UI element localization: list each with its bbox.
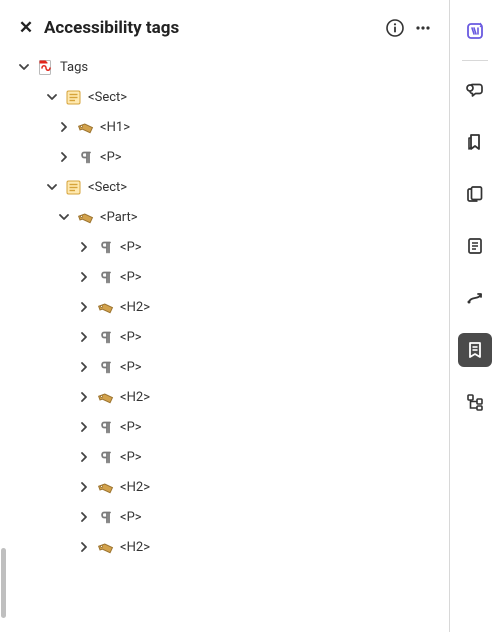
tags-icon xyxy=(465,340,485,360)
tag-icon xyxy=(96,298,114,316)
tree-node[interactable]: <P> xyxy=(8,322,441,352)
scrollbar[interactable] xyxy=(1,548,6,618)
paragraph-icon xyxy=(96,448,114,466)
chevron-right-icon[interactable] xyxy=(76,449,92,465)
tree-node[interactable]: <P> xyxy=(8,352,441,382)
tree-node-label: <H1> xyxy=(98,120,130,135)
tree-node[interactable]: <P> xyxy=(8,442,441,472)
chevron-right-icon[interactable] xyxy=(76,329,92,345)
tree-node-label: <P> xyxy=(98,150,122,165)
chevron-down-icon[interactable] xyxy=(56,209,72,225)
chevron-right-icon[interactable] xyxy=(76,539,92,555)
chevron-down-icon[interactable] xyxy=(44,179,60,195)
more-icon xyxy=(413,18,433,38)
tree-node-label: <Part> xyxy=(98,210,138,225)
tree-node-label: <P> xyxy=(118,270,142,285)
info-button[interactable] xyxy=(381,14,409,42)
paragraph-icon xyxy=(96,358,114,376)
more-options-button[interactable] xyxy=(409,14,437,42)
rail-tags-button[interactable] xyxy=(458,333,492,367)
tree-node-label: <P> xyxy=(118,240,142,255)
paragraph-icon xyxy=(96,238,114,256)
tree-node-label: <H2> xyxy=(118,300,150,315)
tag-icon xyxy=(76,118,94,136)
tree-node[interactable]: <Sect> xyxy=(8,172,441,202)
rail-bookmarks-button[interactable] xyxy=(458,125,492,159)
paragraph-icon xyxy=(96,418,114,436)
order-icon xyxy=(465,288,485,308)
tree-node[interactable]: <H1> xyxy=(8,112,441,142)
panel-header: ✕ Accessibility tags xyxy=(0,8,449,52)
chevron-right-icon[interactable] xyxy=(76,299,92,315)
accessibility-tags-panel: ✕ Accessibility tags xyxy=(0,0,449,632)
tree-node[interactable]: <Part> xyxy=(8,202,441,232)
tree-node-label: Tags xyxy=(58,60,88,75)
chevron-right-icon[interactable] xyxy=(76,359,92,375)
chevron-down-icon[interactable] xyxy=(44,89,60,105)
tree-node-label: <P> xyxy=(118,330,142,345)
chevron-right-icon[interactable] xyxy=(76,479,92,495)
structure-icon xyxy=(465,392,485,412)
chevron-right-icon[interactable] xyxy=(56,119,72,135)
tree-node[interactable]: <Sect> xyxy=(8,82,441,112)
paragraph-icon xyxy=(96,328,114,346)
ai-assistant-icon xyxy=(465,21,485,41)
pdf-icon xyxy=(36,58,54,76)
tag-icon xyxy=(76,208,94,226)
tree-node[interactable]: <H2> xyxy=(8,382,441,412)
tree-node-label: <P> xyxy=(118,510,142,525)
paragraph-icon xyxy=(76,148,94,166)
tag-icon xyxy=(96,478,114,496)
tree-node-label: <P> xyxy=(118,360,142,375)
comments-icon xyxy=(465,80,485,100)
bookmarks-icon xyxy=(465,132,485,152)
content-icon xyxy=(465,236,485,256)
rail-order-button[interactable] xyxy=(458,281,492,315)
paragraph-icon xyxy=(96,268,114,286)
chevron-right-icon[interactable] xyxy=(76,239,92,255)
tag-icon xyxy=(96,538,114,556)
tree-node[interactable]: <P> xyxy=(8,262,441,292)
chevron-down-icon[interactable] xyxy=(16,59,32,75)
rail-comments-button[interactable] xyxy=(458,73,492,107)
tree-node[interactable]: <H2> xyxy=(8,532,441,562)
chevron-right-icon[interactable] xyxy=(76,509,92,525)
rail-divider xyxy=(462,60,488,61)
tree-node[interactable]: <P> xyxy=(8,412,441,442)
chevron-right-icon[interactable] xyxy=(76,419,92,435)
chevron-right-icon[interactable] xyxy=(56,149,72,165)
rail-ai-assistant-button[interactable] xyxy=(458,14,492,48)
paragraph-icon xyxy=(96,508,114,526)
tree-node[interactable]: <H2> xyxy=(8,472,441,502)
pages-icon xyxy=(465,184,485,204)
tree-node[interactable]: <H2> xyxy=(8,292,441,322)
close-button[interactable]: ✕ xyxy=(12,18,40,38)
panel-title: Accessibility tags xyxy=(40,18,381,38)
tree-node-label: <H2> xyxy=(118,540,150,555)
rail-structure-button[interactable] xyxy=(458,385,492,419)
tree-node-label: <Sect> xyxy=(86,180,127,195)
chevron-right-icon[interactable] xyxy=(76,269,92,285)
tree-node[interactable]: Tags xyxy=(8,52,441,82)
tag-icon xyxy=(96,388,114,406)
tags-tree[interactable]: Tags <Sect> <H1> <P> <Sect> <Part> <P> <… xyxy=(0,52,449,582)
tree-node-label: <Sect> xyxy=(86,90,127,105)
tree-node[interactable]: <P> xyxy=(8,232,441,262)
chevron-right-icon[interactable] xyxy=(76,389,92,405)
info-icon xyxy=(385,18,405,38)
rail-content-button[interactable] xyxy=(458,229,492,263)
section-icon xyxy=(64,88,82,106)
rail-pages-button[interactable] xyxy=(458,177,492,211)
tree-node-label: <P> xyxy=(118,450,142,465)
tree-node-label: <P> xyxy=(118,420,142,435)
tree-node[interactable]: <P> xyxy=(8,142,441,172)
tree-node[interactable]: <P> xyxy=(8,502,441,532)
right-tool-rail xyxy=(450,0,500,632)
tree-node-label: <H2> xyxy=(118,480,150,495)
tree-node-label: <H2> xyxy=(118,390,150,405)
section-icon xyxy=(64,178,82,196)
